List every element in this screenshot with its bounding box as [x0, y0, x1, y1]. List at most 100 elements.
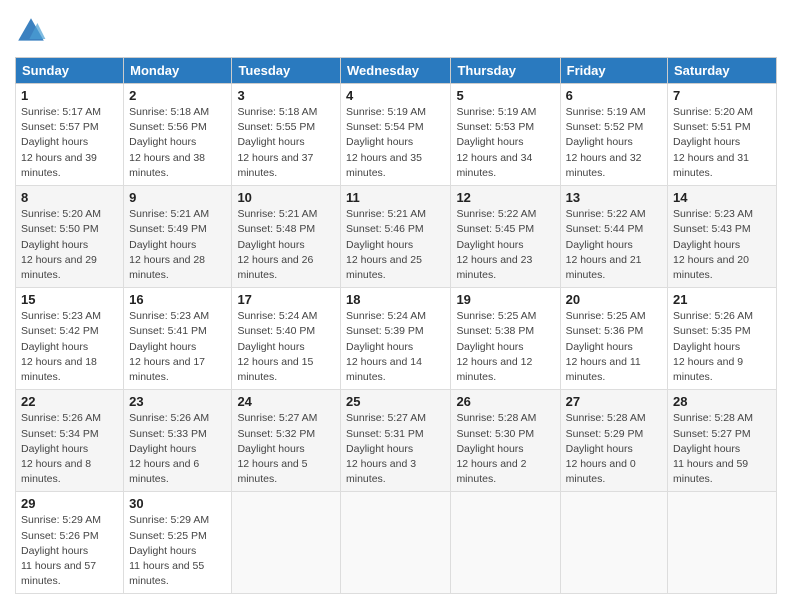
- day-info: Sunrise: 5:18 AM Sunset: 5:56 PM Dayligh…: [129, 105, 226, 181]
- day-number: 20: [566, 292, 662, 307]
- calendar-cell: 24 Sunrise: 5:27 AM Sunset: 5:32 PM Dayl…: [232, 390, 341, 492]
- day-number: 26: [456, 394, 554, 409]
- logo-icon: [15, 15, 47, 47]
- header: [15, 15, 777, 47]
- calendar-cell: 17 Sunrise: 5:24 AM Sunset: 5:40 PM Dayl…: [232, 288, 341, 390]
- day-info: Sunrise: 5:17 AM Sunset: 5:57 PM Dayligh…: [21, 105, 118, 181]
- day-number: 11: [346, 190, 445, 205]
- day-info: Sunrise: 5:19 AM Sunset: 5:54 PM Dayligh…: [346, 105, 445, 181]
- day-number: 8: [21, 190, 118, 205]
- day-header: Thursday: [451, 58, 560, 84]
- day-info: Sunrise: 5:24 AM Sunset: 5:39 PM Dayligh…: [346, 309, 445, 385]
- day-number: 4: [346, 88, 445, 103]
- calendar-cell: 22 Sunrise: 5:26 AM Sunset: 5:34 PM Dayl…: [16, 390, 124, 492]
- calendar-cell: 9 Sunrise: 5:21 AM Sunset: 5:49 PM Dayli…: [124, 186, 232, 288]
- calendar-cell: [668, 492, 777, 594]
- day-info: Sunrise: 5:23 AM Sunset: 5:41 PM Dayligh…: [129, 309, 226, 385]
- calendar-week-row: 22 Sunrise: 5:26 AM Sunset: 5:34 PM Dayl…: [16, 390, 777, 492]
- day-info: Sunrise: 5:24 AM Sunset: 5:40 PM Dayligh…: [237, 309, 335, 385]
- calendar-week-row: 15 Sunrise: 5:23 AM Sunset: 5:42 PM Dayl…: [16, 288, 777, 390]
- day-number: 23: [129, 394, 226, 409]
- day-info: Sunrise: 5:21 AM Sunset: 5:48 PM Dayligh…: [237, 207, 335, 283]
- day-info: Sunrise: 5:21 AM Sunset: 5:46 PM Dayligh…: [346, 207, 445, 283]
- calendar-cell: 19 Sunrise: 5:25 AM Sunset: 5:38 PM Dayl…: [451, 288, 560, 390]
- day-info: Sunrise: 5:18 AM Sunset: 5:55 PM Dayligh…: [237, 105, 335, 181]
- day-number: 10: [237, 190, 335, 205]
- calendar-table: SundayMondayTuesdayWednesdayThursdayFrid…: [15, 57, 777, 594]
- day-info: Sunrise: 5:28 AM Sunset: 5:29 PM Dayligh…: [566, 411, 662, 487]
- calendar-cell: 13 Sunrise: 5:22 AM Sunset: 5:44 PM Dayl…: [560, 186, 667, 288]
- calendar-week-row: 1 Sunrise: 5:17 AM Sunset: 5:57 PM Dayli…: [16, 84, 777, 186]
- calendar-cell: 3 Sunrise: 5:18 AM Sunset: 5:55 PM Dayli…: [232, 84, 341, 186]
- calendar-cell: [560, 492, 667, 594]
- page: SundayMondayTuesdayWednesdayThursdayFrid…: [0, 0, 792, 612]
- calendar-week-row: 8 Sunrise: 5:20 AM Sunset: 5:50 PM Dayli…: [16, 186, 777, 288]
- calendar-cell: 27 Sunrise: 5:28 AM Sunset: 5:29 PM Dayl…: [560, 390, 667, 492]
- day-info: Sunrise: 5:26 AM Sunset: 5:33 PM Dayligh…: [129, 411, 226, 487]
- day-info: Sunrise: 5:22 AM Sunset: 5:45 PM Dayligh…: [456, 207, 554, 283]
- day-number: 28: [673, 394, 771, 409]
- calendar-cell: 26 Sunrise: 5:28 AM Sunset: 5:30 PM Dayl…: [451, 390, 560, 492]
- calendar-cell: 7 Sunrise: 5:20 AM Sunset: 5:51 PM Dayli…: [668, 84, 777, 186]
- calendar-cell: 25 Sunrise: 5:27 AM Sunset: 5:31 PM Dayl…: [341, 390, 451, 492]
- day-header: Monday: [124, 58, 232, 84]
- day-info: Sunrise: 5:19 AM Sunset: 5:52 PM Dayligh…: [566, 105, 662, 181]
- day-header: Tuesday: [232, 58, 341, 84]
- calendar-cell: [341, 492, 451, 594]
- day-info: Sunrise: 5:25 AM Sunset: 5:38 PM Dayligh…: [456, 309, 554, 385]
- day-number: 7: [673, 88, 771, 103]
- calendar-cell: 10 Sunrise: 5:21 AM Sunset: 5:48 PM Dayl…: [232, 186, 341, 288]
- day-number: 27: [566, 394, 662, 409]
- calendar-cell: 4 Sunrise: 5:19 AM Sunset: 5:54 PM Dayli…: [341, 84, 451, 186]
- day-number: 12: [456, 190, 554, 205]
- calendar-cell: 11 Sunrise: 5:21 AM Sunset: 5:46 PM Dayl…: [341, 186, 451, 288]
- calendar-cell: 8 Sunrise: 5:20 AM Sunset: 5:50 PM Dayli…: [16, 186, 124, 288]
- day-info: Sunrise: 5:21 AM Sunset: 5:49 PM Dayligh…: [129, 207, 226, 283]
- calendar-cell: 1 Sunrise: 5:17 AM Sunset: 5:57 PM Dayli…: [16, 84, 124, 186]
- day-header: Friday: [560, 58, 667, 84]
- day-info: Sunrise: 5:28 AM Sunset: 5:30 PM Dayligh…: [456, 411, 554, 487]
- calendar-cell: 15 Sunrise: 5:23 AM Sunset: 5:42 PM Dayl…: [16, 288, 124, 390]
- day-info: Sunrise: 5:23 AM Sunset: 5:43 PM Dayligh…: [673, 207, 771, 283]
- calendar-cell: 23 Sunrise: 5:26 AM Sunset: 5:33 PM Dayl…: [124, 390, 232, 492]
- calendar-cell: 21 Sunrise: 5:26 AM Sunset: 5:35 PM Dayl…: [668, 288, 777, 390]
- day-number: 14: [673, 190, 771, 205]
- day-header: Wednesday: [341, 58, 451, 84]
- calendar-cell: 30 Sunrise: 5:29 AM Sunset: 5:25 PM Dayl…: [124, 492, 232, 594]
- calendar-cell: 28 Sunrise: 5:28 AM Sunset: 5:27 PM Dayl…: [668, 390, 777, 492]
- day-number: 6: [566, 88, 662, 103]
- calendar-cell: 5 Sunrise: 5:19 AM Sunset: 5:53 PM Dayli…: [451, 84, 560, 186]
- day-number: 15: [21, 292, 118, 307]
- day-number: 29: [21, 496, 118, 511]
- calendar-cell: [451, 492, 560, 594]
- day-number: 22: [21, 394, 118, 409]
- day-info: Sunrise: 5:22 AM Sunset: 5:44 PM Dayligh…: [566, 207, 662, 283]
- day-info: Sunrise: 5:28 AM Sunset: 5:27 PM Dayligh…: [673, 411, 771, 487]
- calendar-cell: 16 Sunrise: 5:23 AM Sunset: 5:41 PM Dayl…: [124, 288, 232, 390]
- day-info: Sunrise: 5:27 AM Sunset: 5:31 PM Dayligh…: [346, 411, 445, 487]
- day-info: Sunrise: 5:19 AM Sunset: 5:53 PM Dayligh…: [456, 105, 554, 181]
- calendar-cell: 20 Sunrise: 5:25 AM Sunset: 5:36 PM Dayl…: [560, 288, 667, 390]
- day-info: Sunrise: 5:29 AM Sunset: 5:26 PM Dayligh…: [21, 513, 118, 589]
- calendar-cell: [232, 492, 341, 594]
- day-number: 30: [129, 496, 226, 511]
- day-info: Sunrise: 5:26 AM Sunset: 5:34 PM Dayligh…: [21, 411, 118, 487]
- day-number: 24: [237, 394, 335, 409]
- day-info: Sunrise: 5:25 AM Sunset: 5:36 PM Dayligh…: [566, 309, 662, 385]
- day-number: 2: [129, 88, 226, 103]
- day-number: 1: [21, 88, 118, 103]
- day-header: Saturday: [668, 58, 777, 84]
- calendar-cell: 2 Sunrise: 5:18 AM Sunset: 5:56 PM Dayli…: [124, 84, 232, 186]
- day-number: 5: [456, 88, 554, 103]
- day-number: 9: [129, 190, 226, 205]
- day-info: Sunrise: 5:27 AM Sunset: 5:32 PM Dayligh…: [237, 411, 335, 487]
- day-number: 18: [346, 292, 445, 307]
- day-info: Sunrise: 5:20 AM Sunset: 5:51 PM Dayligh…: [673, 105, 771, 181]
- day-number: 25: [346, 394, 445, 409]
- logo: [15, 15, 51, 47]
- day-info: Sunrise: 5:23 AM Sunset: 5:42 PM Dayligh…: [21, 309, 118, 385]
- day-header: Sunday: [16, 58, 124, 84]
- calendar-cell: 18 Sunrise: 5:24 AM Sunset: 5:39 PM Dayl…: [341, 288, 451, 390]
- calendar-cell: 29 Sunrise: 5:29 AM Sunset: 5:26 PM Dayl…: [16, 492, 124, 594]
- calendar-header-row: SundayMondayTuesdayWednesdayThursdayFrid…: [16, 58, 777, 84]
